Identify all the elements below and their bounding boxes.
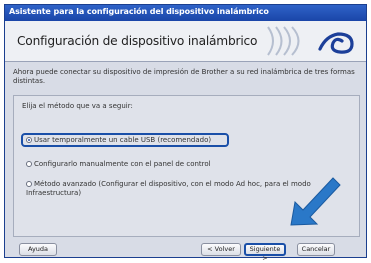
option-usb-cable[interactable]: Usar temporalmente un cable USB (recomen… — [26, 136, 211, 145]
wizard-header: Configuración de dispositivo inalámbrico — [5, 21, 366, 62]
title-bar: Asistente para la configuración del disp… — [5, 5, 366, 21]
option-label: Método avanzado (Configurar el dispositi… — [26, 180, 311, 197]
radio-button-selected[interactable] — [26, 137, 32, 143]
radio-button[interactable] — [26, 181, 32, 187]
cancel-button[interactable]: Cancelar — [297, 243, 335, 256]
wireless-waves-icon — [267, 26, 354, 56]
window-title: Asistente para la configuración del disp… — [9, 7, 269, 16]
help-button[interactable]: Ayuda — [19, 243, 57, 256]
arrow-pointer-icon — [290, 177, 341, 226]
option-label: Configurarlo manualmente con el panel de… — [34, 160, 211, 168]
option-control-panel[interactable]: Configurarlo manualmente con el panel de… — [26, 160, 211, 169]
option-label: Usar temporalmente un cable USB (recomen… — [34, 136, 212, 144]
options-prompt: Elija el método que va a seguir: — [22, 102, 133, 110]
option-advanced[interactable]: Método avanzado (Configurar el dispositi… — [26, 180, 326, 198]
back-button[interactable]: < Volver — [201, 243, 241, 256]
page-title: Configuración de dispositivo inalámbrico — [17, 34, 258, 48]
next-button[interactable]: Siguiente > — [244, 243, 286, 262]
description-text: Ahora puede conectar su dispositivo de i… — [13, 68, 355, 85]
radio-button[interactable] — [26, 161, 32, 167]
